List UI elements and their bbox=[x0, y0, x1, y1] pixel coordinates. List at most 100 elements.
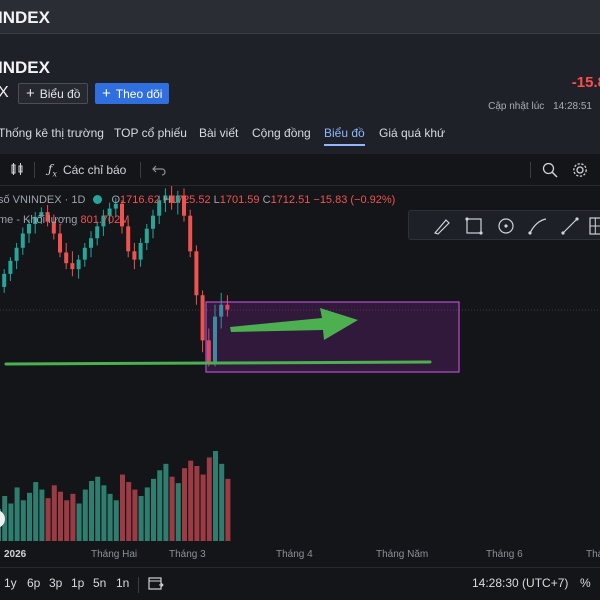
range-3p[interactable]: 3p bbox=[49, 576, 62, 590]
volume-bar bbox=[213, 451, 218, 541]
x-tick: Tháng Hai bbox=[91, 549, 138, 560]
rectangle-icon[interactable] bbox=[463, 215, 485, 237]
live-dot-icon bbox=[93, 195, 103, 204]
symbol-title: INDEX bbox=[0, 58, 50, 77]
chart-bottom-bar: 1y 6p 3p 1p 5n 1n 14:28:30 (UTC+7) % bbox=[0, 567, 600, 600]
price-chart[interactable] bbox=[0, 186, 600, 546]
candle-body bbox=[14, 247, 19, 261]
candle-body bbox=[82, 247, 87, 260]
range-1p[interactable]: 1p bbox=[71, 576, 84, 590]
plus-icon: + bbox=[26, 85, 35, 102]
tab-community[interactable]: Cộng đồng bbox=[252, 126, 311, 140]
volume-bar bbox=[225, 478, 231, 541]
tab-price-history[interactable]: Giá quá khứ bbox=[379, 126, 445, 140]
legend-volume: me - Khối lượng 801.702M bbox=[0, 214, 129, 226]
chart-clock[interactable]: 14:28:30 (UTC+7) bbox=[472, 576, 568, 590]
fx-icon: ƒx bbox=[48, 162, 57, 179]
volume-bar bbox=[157, 470, 163, 541]
search-chart-icon[interactable] bbox=[542, 162, 558, 178]
legend-c-value: 1712.51 bbox=[270, 194, 311, 206]
undo-icon[interactable] bbox=[152, 162, 166, 176]
settings-icon[interactable] bbox=[572, 162, 588, 178]
candle-body bbox=[95, 226, 100, 239]
update-label: Cập nhật lúc bbox=[488, 101, 545, 112]
x-tick: Tháng Năm bbox=[376, 549, 429, 560]
candle-body bbox=[194, 251, 199, 296]
legend-o-label: O bbox=[111, 194, 121, 206]
range-6p[interactable]: 6p bbox=[27, 576, 40, 590]
indicators-label: Các chỉ báo bbox=[62, 163, 127, 178]
bottom-divider bbox=[138, 577, 139, 593]
volume-bar bbox=[188, 460, 194, 541]
volume-bar bbox=[70, 493, 76, 541]
volume-bar bbox=[76, 503, 82, 541]
symbol-short: X bbox=[0, 84, 9, 101]
volume-bar bbox=[175, 483, 181, 541]
x-tick: 2026 bbox=[4, 549, 27, 560]
legend-o-value: 1716.62 bbox=[120, 194, 160, 206]
date-range-icon[interactable] bbox=[148, 576, 164, 593]
volume-bar bbox=[163, 463, 169, 541]
x-tick: Tháng 3 bbox=[169, 549, 206, 560]
window-title-bar: INDEX bbox=[0, 0, 600, 34]
drawing-horizontal-line bbox=[4, 360, 432, 366]
candle-body bbox=[58, 233, 62, 253]
path-icon[interactable] bbox=[527, 215, 549, 237]
chart-panel: ƒx Các chỉ báo số VNINDEX · 1D O1716.62 … bbox=[0, 154, 600, 600]
volume-bar bbox=[169, 476, 175, 541]
tab-top-stocks[interactable]: TOP cổ phiếu bbox=[114, 126, 187, 140]
tab-market-stats[interactable]: Thống kê thị trường bbox=[0, 126, 104, 140]
volume-bar bbox=[126, 482, 132, 541]
grid-icon[interactable] bbox=[587, 215, 600, 237]
volume-bar bbox=[151, 478, 156, 541]
range-1n[interactable]: 1n bbox=[116, 576, 129, 590]
volume-bar bbox=[20, 500, 26, 541]
candle-body bbox=[20, 233, 25, 248]
tab-chart[interactable]: Biểu đồ bbox=[324, 126, 365, 146]
circle-icon[interactable] bbox=[495, 215, 517, 237]
candle-body bbox=[200, 295, 205, 341]
volume-bar bbox=[33, 482, 39, 541]
volume-label: me - Khối lượng bbox=[0, 214, 78, 226]
volume-bar bbox=[144, 487, 150, 541]
volume-value: 801.702M bbox=[80, 214, 130, 226]
candle-body bbox=[76, 259, 81, 270]
range-1y[interactable]: 1y bbox=[4, 576, 17, 590]
candle-body bbox=[8, 260, 13, 274]
candle-body bbox=[132, 251, 137, 260]
volume-bar bbox=[132, 489, 138, 541]
volume-bar bbox=[182, 468, 187, 541]
update-time: Cập nhật lúc 14:28:51 bbox=[488, 101, 592, 112]
legend-c-label: C bbox=[262, 194, 271, 206]
legend-ohlc: số VNINDEX · 1D O1716.62 H1725.52 L1701.… bbox=[0, 194, 395, 206]
follow-button[interactable]: + Theo dõi bbox=[95, 83, 170, 104]
chart-button[interactable]: + Biểu đồ bbox=[18, 83, 89, 104]
candles-icon[interactable] bbox=[10, 162, 24, 176]
candle-body bbox=[126, 226, 131, 252]
x-tick: Tháng 6 bbox=[486, 549, 523, 560]
tab-articles[interactable]: Bài viết bbox=[199, 126, 238, 140]
candle-body bbox=[151, 215, 155, 229]
candle-body bbox=[188, 215, 193, 252]
volume-bar bbox=[89, 481, 94, 541]
range-5n[interactable]: 5n bbox=[93, 576, 106, 590]
brush-icon[interactable] bbox=[431, 215, 453, 237]
chart-button-label: Biểu đồ bbox=[39, 86, 81, 101]
percent-toggle[interactable]: % bbox=[580, 576, 591, 590]
volume-bar bbox=[58, 491, 63, 541]
legend-symbol: số VNINDEX · 1D bbox=[0, 194, 86, 206]
candle-body bbox=[138, 243, 143, 260]
volume-bar bbox=[101, 485, 107, 541]
volume-bar bbox=[45, 498, 51, 541]
volume-bar bbox=[107, 493, 113, 541]
line-icon[interactable] bbox=[559, 215, 581, 237]
legend-h-value: 1725.52 bbox=[170, 194, 211, 206]
indicators-button[interactable]: ƒx Các chỉ báo bbox=[48, 162, 126, 178]
update-time-value: 14:28:51 bbox=[553, 101, 592, 112]
x-axis: 2026 Tháng Hai Tháng 3 Tháng 4 Tháng Năm… bbox=[0, 546, 600, 566]
volume-bar bbox=[51, 485, 57, 541]
volume-bar bbox=[8, 503, 14, 541]
plus-icon: + bbox=[102, 85, 111, 102]
tab-bar: Thống kê thị trường TOP cổ phiếu Bài viế… bbox=[0, 126, 600, 148]
volume-bar bbox=[138, 496, 144, 541]
